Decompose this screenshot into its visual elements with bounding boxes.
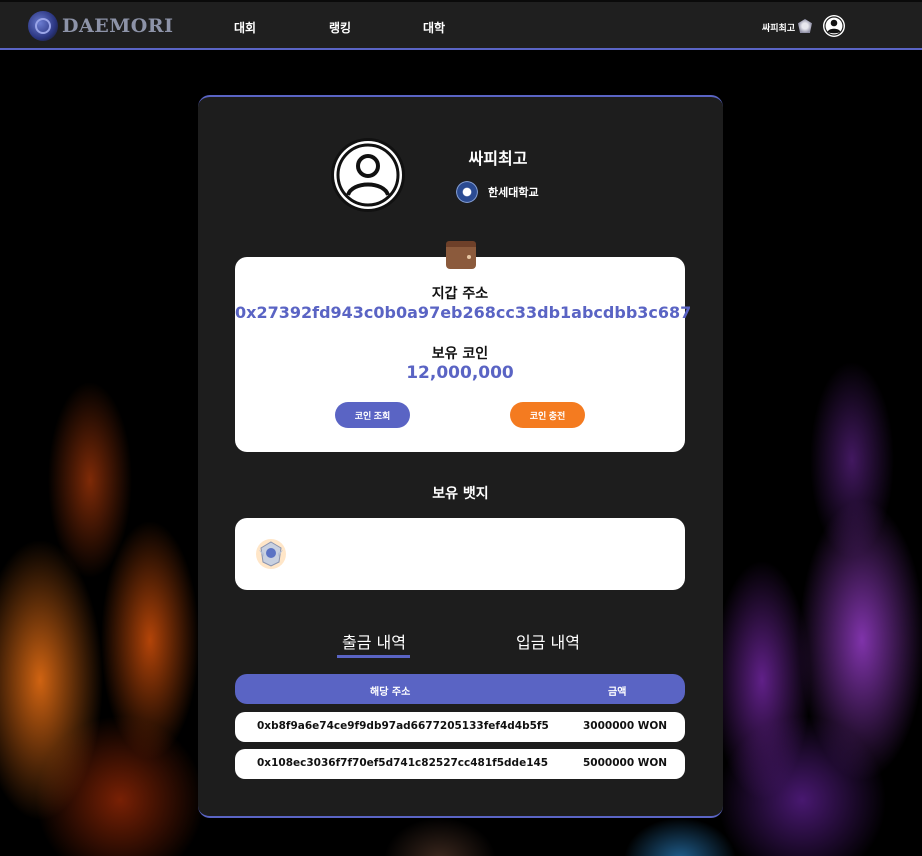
badges-panel (235, 518, 685, 590)
top-navbar: DAEMORI 대회 랭킹 대학 싸피최고 (0, 0, 922, 50)
wallet-panel: 지갑 주소 0x27392fd943c0b0a97eb268cc33db1abc… (235, 257, 692, 452)
tab-withdraw-history[interactable]: 출금 내역 (334, 629, 414, 653)
row-amount: 3000000 WON (583, 720, 668, 732)
badge-icon (798, 19, 812, 33)
coin-check-button[interactable]: 코인 조회 (335, 402, 410, 428)
mypage-card: 싸피최고 한세대학교 지갑 주소 0x27392fd943c0b0a97eb26… (198, 95, 723, 818)
user-avatar-icon[interactable] (822, 14, 846, 38)
row-address: 0x108ec3036f7f70ef5d741c82527cc481f5dde1… (257, 757, 549, 769)
university-name: 한세대학교 (488, 186, 539, 199)
tab-deposit-history[interactable]: 입금 내역 (508, 629, 588, 653)
badges-title: 보유 뱃지 (432, 486, 489, 502)
logo[interactable]: DAEMORI (28, 11, 173, 41)
column-header-address: 해당 주소 (370, 687, 411, 698)
history-table-header: 해당 주소 금액 (235, 674, 685, 704)
coin-balance-label: 보유 코인 (431, 346, 489, 362)
active-tab-indicator (337, 655, 410, 658)
coin-charge-button[interactable]: 코인 충전 (510, 402, 585, 428)
column-header-amount: 금액 (608, 687, 627, 698)
table-row: 0x108ec3036f7f70ef5d741c82527cc481f5dde1… (235, 749, 685, 779)
logo-text: DAEMORI (62, 15, 174, 37)
nav-link-university[interactable]: 대학 (423, 19, 445, 36)
university-row: 한세대학교 (456, 181, 539, 203)
profile-username: 싸피최고 (468, 149, 528, 168)
nav-link-competition[interactable]: 대회 (234, 19, 256, 36)
nav-user-name[interactable]: 싸피최고 (762, 21, 795, 34)
wallet-address: 0x27392fd943c0b0a97eb268cc33db1abcdbb3c6… (235, 303, 692, 322)
dragon-logo-icon (28, 11, 58, 41)
coin-balance: 12,000,000 (406, 363, 514, 383)
university-emblem-icon (456, 181, 478, 203)
silver-badge-icon[interactable] (255, 538, 287, 570)
row-address: 0xb8f9a6e74ce9f9db97ad6677205133fef4d4b5… (257, 720, 549, 732)
row-amount: 5000000 WON (583, 757, 668, 769)
wallet-icon (446, 241, 476, 269)
wallet-address-label: 지갑 주소 (431, 286, 489, 302)
profile-avatar-icon (331, 138, 405, 212)
table-row: 0xb8f9a6e74ce9f9db97ad6677205133fef4d4b5… (235, 712, 685, 742)
nav-link-ranking[interactable]: 랭킹 (329, 19, 351, 36)
